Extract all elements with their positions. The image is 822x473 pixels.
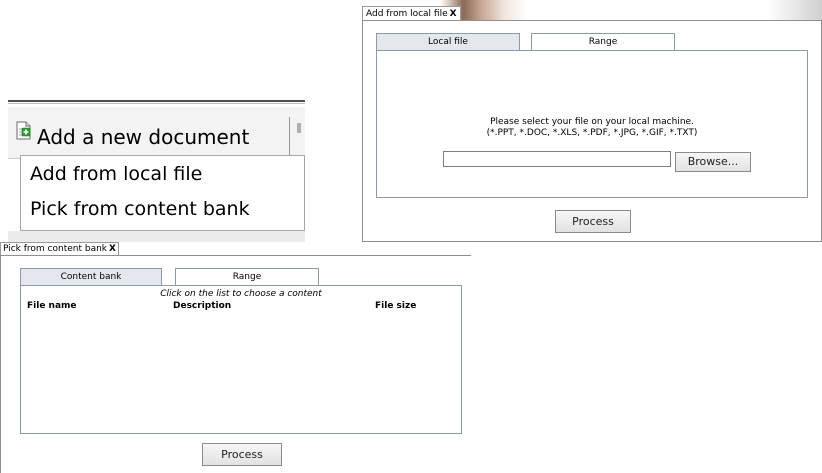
close-icon[interactable]: X [450,9,457,19]
dialog-title: Pick from content bank [3,244,108,254]
tab-local-file[interactable]: Local file [376,33,520,50]
file-path-input[interactable] [443,151,671,167]
column-header-file-size: File size [375,301,417,311]
allowed-extensions-text: (*.PPT, *.DOC, *.XLS, *.PDF, *.JPG, *.GI… [486,128,698,138]
dialog-title-tab: Add from local file X [362,6,461,21]
add-from-local-file-dialog: Add from local file X Local file Range Pl… [362,0,822,242]
pick-from-content-bank-dialog: Pick from content bank X Content bank Ran… [0,242,472,473]
document-dropdown-menu: Add from local file Pick from content ba… [20,155,305,231]
process-button[interactable]: Process [555,210,631,233]
column-header-description: Description [173,301,232,311]
list-hint-text: Click on the list to choose a content [160,289,322,299]
instruction-text: Please select your file on your local ma… [490,117,694,127]
menu-background-strip [8,231,305,242]
column-header-file-name: File name [27,301,77,311]
menu-item-add-from-local-file[interactable]: Add from local file [30,162,202,186]
add-document-icon [16,121,31,140]
toolbar-separator [289,117,290,157]
dialog-title: Add from local file [366,9,448,19]
tab-range[interactable]: Range [531,33,675,50]
dialog-frame: Local file Range Please select your file… [362,20,822,242]
add-document-menu: Add a new document Add from local file P… [8,100,305,242]
tab-content-bank[interactable]: Content bank [20,268,162,285]
dialog-title-tab: Pick from content bank X [0,242,119,255]
close-icon[interactable]: X [109,244,116,254]
browse-button[interactable]: Browse... [675,152,751,172]
toolbar-top-border [8,100,305,104]
process-button[interactable]: Process [202,443,282,466]
tab-range[interactable]: Range [175,268,319,285]
menu-item-pick-from-content-bank[interactable]: Pick from content bank [30,197,250,221]
dialog-frame: Content bank Range Click on the list to … [0,255,471,473]
content-list-panel[interactable]: Click on the list to choose a content Fi… [20,285,462,434]
menu-header[interactable]: Add a new document [8,107,305,159]
add-new-document-label: Add a new document [37,125,250,149]
toolbar-grip-icon [297,123,301,133]
local-file-panel: Please select your file on your local ma… [376,50,808,198]
